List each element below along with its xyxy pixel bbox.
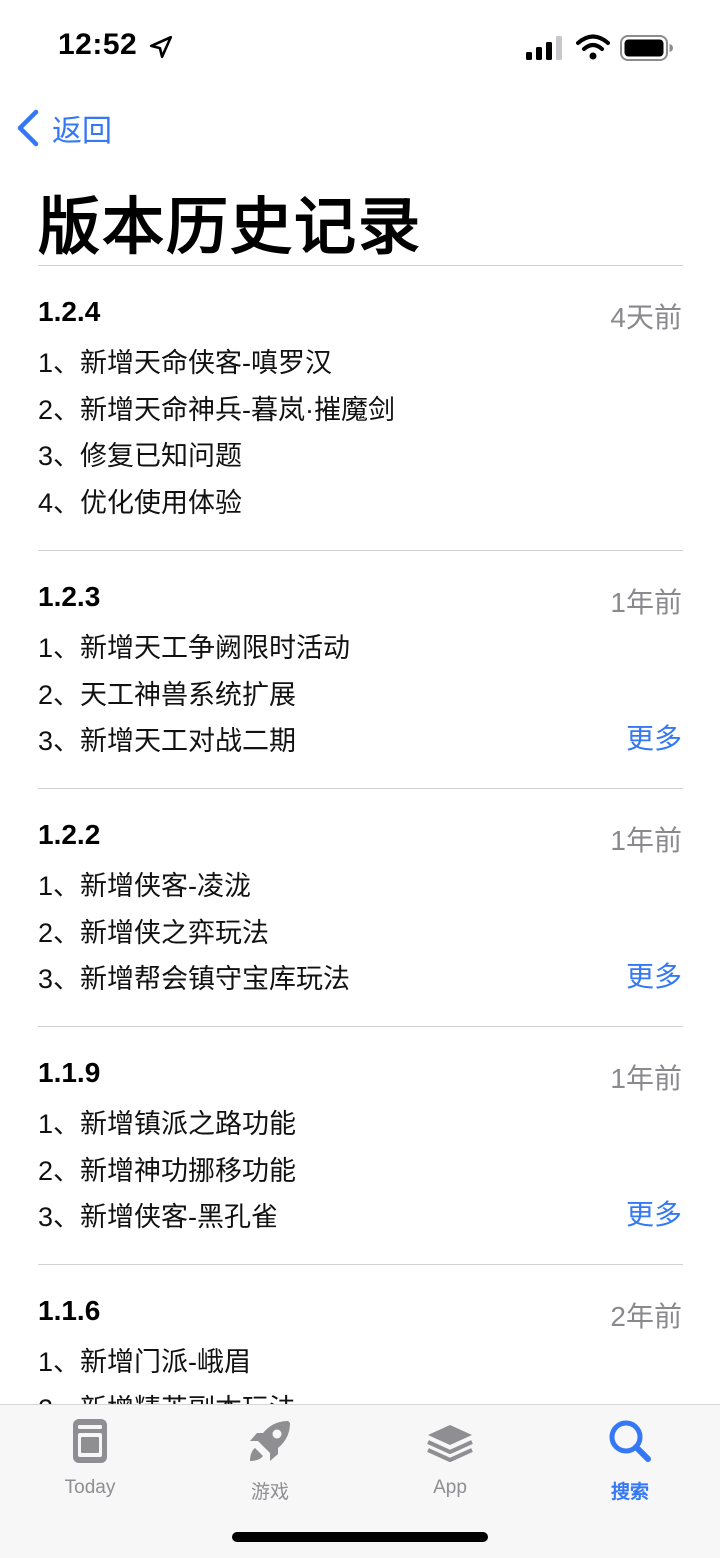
cellular-signal-icon <box>526 36 562 60</box>
version-date: 2年前 <box>610 1301 682 1332</box>
more-link[interactable]: 更多 <box>626 1193 682 1233</box>
today-icon <box>73 1419 107 1463</box>
version-item: 1.2.2 1年前 1、新增侠客-凌泷 2、新增侠之弈玩法 3、新增帮会镇守宝库… <box>0 789 720 1027</box>
tab-label: App <box>433 1477 467 1498</box>
release-notes: 1、新增天命侠客-嗔罗汉 2、新增天命神兵-暮岚·摧魔剑 3、修复已知问题 4、… <box>38 340 395 526</box>
release-note: 4、优化使用体验 <box>38 487 243 518</box>
wifi-icon <box>576 34 610 60</box>
version-number: 1.1.9 <box>38 1057 101 1088</box>
release-note: 3、新增帮会镇守宝库玩法 <box>38 964 351 994</box>
battery-icon <box>620 35 673 61</box>
page: 12:52 返回 版本历史记录 1.2.4 4天前 1、新增天命侠客-嗔罗汉 2… <box>0 0 720 1558</box>
version-date: 1年前 <box>610 587 682 618</box>
page-title: 版本历史记录 <box>38 193 423 262</box>
version-history-list: 1.2.4 4天前 1、新增天命侠客-嗔罗汉 2、新增天命神兵-暮岚·摧魔剑 3… <box>0 266 720 1503</box>
app-stack-icon <box>427 1425 473 1462</box>
rocket-icon <box>250 1421 290 1461</box>
version-number: 1.1.6 <box>38 1295 101 1326</box>
version-item: 1.1.9 1年前 1、新增镇派之路功能 2、新增神功挪移功能 3、新增侠客-黑… <box>0 1027 720 1265</box>
back-label: 返回 <box>52 115 112 148</box>
release-note: 1、新增天工争阙限时活动 <box>38 633 351 663</box>
more-link[interactable]: 更多 <box>626 717 682 757</box>
release-notes: 1、新增侠客-凌泷 2、新增侠之弈玩法 3、新增帮会镇守宝库玩法 <box>38 863 350 1003</box>
version-number: 1.2.4 <box>38 296 101 327</box>
release-note: 1、新增天命侠客-嗔罗汉 <box>38 348 333 378</box>
version-date: 4天前 <box>610 302 682 333</box>
release-note: 2、天工神兽系统扩展 <box>38 679 297 710</box>
search-icon <box>609 1420 651 1462</box>
tab-label: 搜索 <box>610 1482 649 1503</box>
tab-search[interactable]: 搜索 <box>540 1415 720 1515</box>
release-note: 1、新增镇派之路功能 <box>38 1109 297 1139</box>
version-item: 1.2.3 1年前 1、新增天工争阙限时活动 2、天工神兽系统扩展 3、新增天工… <box>0 551 720 789</box>
chevron-left-icon <box>17 109 39 147</box>
release-note: 3、修复已知问题 <box>38 441 243 471</box>
status-time: 12:52 <box>58 28 138 61</box>
release-notes: 1、新增镇派之路功能 2、新增神功挪移功能 3、新增侠客-黑孔雀 <box>38 1101 296 1241</box>
release-note: 3、新增侠客-黑孔雀 <box>38 1202 279 1232</box>
version-item: 1.2.4 4天前 1、新增天命侠客-嗔罗汉 2、新增天命神兵-暮岚·摧魔剑 3… <box>0 266 720 551</box>
tab-label: Today <box>64 1477 116 1498</box>
version-date: 1年前 <box>610 1063 682 1094</box>
back-button[interactable]: 返回 <box>14 106 112 150</box>
tab-app[interactable]: App <box>360 1415 540 1515</box>
release-note: 2、新增天命神兵-暮岚·摧魔剑 <box>38 394 395 425</box>
status-bar: 12:52 <box>0 0 720 96</box>
home-indicator[interactable] <box>232 1532 488 1542</box>
release-note: 1、新增侠客-凌泷 <box>38 871 252 901</box>
release-note: 3、新增天工对战二期 <box>38 726 297 756</box>
release-notes: 1、新增天工争阙限时活动 2、天工神兽系统扩展 3、新增天工对战二期 <box>38 625 350 765</box>
version-date: 1年前 <box>610 825 682 856</box>
release-note: 2、新增神功挪移功能 <box>38 1155 297 1186</box>
version-number: 1.2.3 <box>38 581 101 612</box>
more-link[interactable]: 更多 <box>626 955 682 995</box>
location-arrow-icon <box>149 35 173 59</box>
release-note: 2、新增侠之弈玩法 <box>38 917 270 948</box>
release-note: 1、新增门派-峨眉 <box>38 1347 252 1377</box>
version-number: 1.2.2 <box>38 819 101 850</box>
tab-games[interactable]: 游戏 <box>180 1415 360 1515</box>
tab-today[interactable]: Today <box>0 1415 180 1515</box>
tab-label: 游戏 <box>250 1482 289 1503</box>
